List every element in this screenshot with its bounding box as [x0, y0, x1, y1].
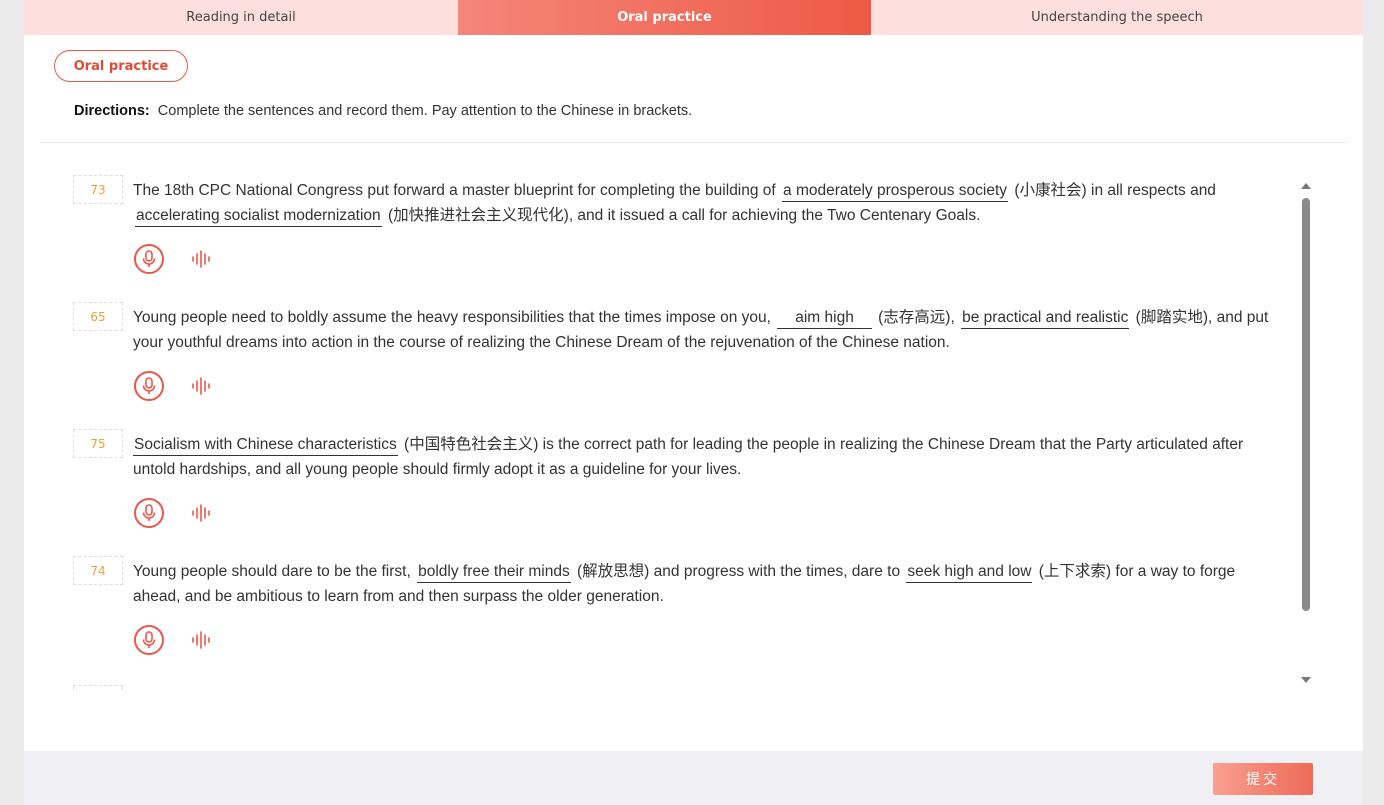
app-frame: Reading in detail Oral practice Understa… [24, 0, 1363, 805]
directions: Directions: Complete the sentences and r… [74, 103, 692, 119]
sentence-segment: (解放思想) and progress with the times, dare… [572, 563, 905, 580]
audio-wave-icon[interactable] [191, 503, 213, 523]
item-number: 73 [73, 175, 123, 204]
audio-wave-icon[interactable] [191, 630, 213, 650]
tab-oral-practice[interactable]: Oral practice [458, 0, 871, 35]
scroll-down-arrow-icon[interactable] [1301, 677, 1311, 683]
item-controls [134, 624, 213, 656]
answer-blank[interactable]: a moderately prosperous society [782, 181, 1009, 202]
answer-blank[interactable]: accelerating socialist modernization [135, 206, 382, 227]
sentence-list: 73 The 18th CPC National Congress put fo… [24, 160, 1314, 690]
footer-bar: 提交 [24, 751, 1363, 805]
item-number: 65 [73, 302, 123, 331]
audio-wave-icon[interactable] [191, 376, 213, 396]
section-title-badge: Oral practice [54, 50, 188, 82]
scrollbar-thumb[interactable] [1302, 198, 1310, 611]
scroll-up-arrow-icon[interactable] [1301, 183, 1311, 189]
microphone-icon[interactable] [134, 498, 164, 528]
submit-button[interactable]: 提交 [1213, 763, 1313, 795]
microphone-icon[interactable] [134, 625, 164, 655]
tab-bar: Reading in detail Oral practice Understa… [24, 0, 1363, 35]
sentence-segment: Young people need to boldly assume the h… [133, 309, 776, 326]
item-number: 74 [73, 556, 123, 585]
directions-text: Complete the sentences and record them. … [157, 103, 693, 119]
audio-wave-icon[interactable] [191, 249, 213, 269]
divider [41, 142, 1347, 143]
sentence-text: Socialism with Chinese characteristics (… [133, 432, 1273, 482]
tab-understanding-the-speech[interactable]: Understanding the speech [871, 0, 1363, 35]
sentence-segment: Young people should dare to be the first… [133, 563, 416, 580]
item-controls [134, 497, 213, 529]
answer-blank[interactable]: Socialism with Chinese characteristics [133, 435, 398, 456]
scrollbar[interactable] [1299, 180, 1313, 686]
sentence-segment: (加快推进社会主义现代化), and it issued a call for … [383, 207, 981, 224]
answer-blank[interactable]: aim high [777, 308, 872, 329]
sentence-text: The 18th CPC National Congress put forwa… [133, 178, 1273, 228]
microphone-icon[interactable] [134, 244, 164, 274]
answer-blank[interactable]: boldly free their minds [417, 562, 571, 583]
item-controls [134, 370, 213, 402]
sentence-segment: The 18th CPC National Congress put forwa… [133, 182, 781, 199]
item-number-partial [73, 685, 123, 690]
microphone-icon[interactable] [134, 371, 164, 401]
sentence-text: Young people should dare to be the first… [133, 559, 1273, 609]
sentence-text: Young people need to boldly assume the h… [133, 305, 1273, 355]
answer-blank[interactable]: seek high and low [906, 562, 1033, 583]
sentence-segment: (小康社会) in all respects and [1010, 182, 1216, 199]
directions-label: Directions: [74, 103, 150, 119]
sentence-segment: (志存高远), [873, 309, 960, 326]
item-controls [134, 243, 213, 275]
answer-blank[interactable]: be practical and realistic [961, 308, 1130, 329]
item-number: 75 [73, 429, 123, 458]
tab-reading-in-detail[interactable]: Reading in detail [24, 0, 458, 35]
